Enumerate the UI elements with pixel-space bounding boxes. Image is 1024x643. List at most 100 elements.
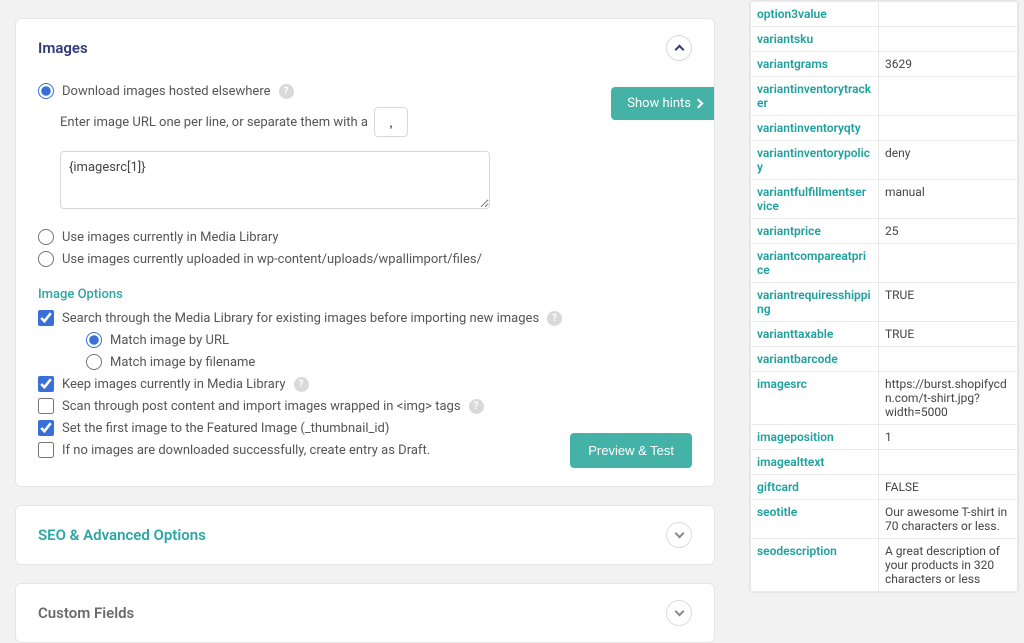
field-key: variantgrams bbox=[751, 52, 879, 77]
chk-keep-media[interactable] bbox=[38, 376, 54, 392]
show-hints-label: Show hints bbox=[627, 96, 691, 111]
images-panel-header[interactable]: Images bbox=[16, 19, 714, 77]
enter-url-sublabel: Enter image URL one per line, or separat… bbox=[60, 107, 692, 137]
preview-test-button[interactable]: Preview & Test bbox=[570, 433, 692, 468]
table-row[interactable]: variantsku bbox=[751, 27, 1018, 52]
field-value: 3629 bbox=[879, 52, 1018, 77]
table-row[interactable]: imagealttext bbox=[751, 450, 1018, 475]
help-icon[interactable]: ? bbox=[547, 311, 562, 326]
radio-match-url-label[interactable]: Match image by URL bbox=[110, 333, 229, 348]
data-preview-table: option3valuevariantskuvariantgrams3629va… bbox=[750, 1, 1018, 592]
radio-uploads[interactable] bbox=[38, 251, 54, 267]
chevron-right-icon bbox=[694, 99, 704, 109]
seo-panel: SEO & Advanced Options bbox=[15, 505, 715, 565]
field-key: seotitle bbox=[751, 500, 879, 539]
image-url-textarea[interactable] bbox=[60, 151, 490, 209]
table-row[interactable]: variantinventorytracker bbox=[751, 77, 1018, 116]
show-hints-button[interactable]: Show hints bbox=[611, 87, 714, 120]
field-value bbox=[879, 2, 1018, 27]
chk-scan-post[interactable] bbox=[38, 398, 54, 414]
table-row[interactable]: variantcompareatprice bbox=[751, 244, 1018, 283]
field-value: FALSE bbox=[879, 475, 1018, 500]
radio-download-label[interactable]: Download images hosted elsewhere bbox=[62, 84, 271, 99]
chk-keep-media-row: Keep images currently in Media Library ? bbox=[38, 376, 692, 392]
chk-keep-media-label[interactable]: Keep images currently in Media Library bbox=[62, 377, 286, 392]
chk-set-featured-label[interactable]: Set the first image to the Featured Imag… bbox=[62, 421, 389, 436]
field-key: imagealttext bbox=[751, 450, 879, 475]
table-row[interactable]: variantbarcode bbox=[751, 347, 1018, 372]
field-value: 1 bbox=[879, 425, 1018, 450]
table-row[interactable]: imageposition1 bbox=[751, 425, 1018, 450]
collapse-toggle[interactable] bbox=[666, 35, 692, 61]
field-value bbox=[879, 27, 1018, 52]
chk-scan-post-row: Scan through post content and import ima… bbox=[38, 398, 692, 414]
separator-input[interactable] bbox=[374, 107, 408, 137]
field-value bbox=[879, 347, 1018, 372]
chevron-down-icon bbox=[674, 607, 684, 617]
table-row[interactable]: variantinventorypolicydeny bbox=[751, 141, 1018, 180]
enter-url-text: Enter image URL one per line, or separat… bbox=[60, 115, 368, 130]
images-panel-title: Images bbox=[38, 39, 88, 57]
collapse-toggle[interactable] bbox=[666, 522, 692, 548]
radio-download[interactable] bbox=[38, 83, 54, 99]
table-row[interactable]: giftcardFALSE bbox=[751, 475, 1018, 500]
seo-panel-title: SEO & Advanced Options bbox=[38, 526, 206, 544]
seo-panel-header[interactable]: SEO & Advanced Options bbox=[16, 506, 714, 564]
chk-draft-label[interactable]: If no images are downloaded successfully… bbox=[62, 443, 430, 458]
field-key: giftcard bbox=[751, 475, 879, 500]
table-row[interactable]: seotitleOur awesome T-shirt in 70 charac… bbox=[751, 500, 1018, 539]
chk-scan-post-label[interactable]: Scan through post content and import ima… bbox=[62, 399, 461, 414]
field-value: Our awesome T-shirt in 70 characters or … bbox=[879, 500, 1018, 539]
field-key: option3value bbox=[751, 2, 879, 27]
chk-search-media[interactable] bbox=[38, 310, 54, 326]
table-row[interactable]: imagesrchttps://burst.shopifycdn.com/t-s… bbox=[751, 372, 1018, 425]
radio-match-filename[interactable] bbox=[86, 354, 102, 370]
radio-uploads-row: Use images currently uploaded in wp-cont… bbox=[38, 251, 692, 267]
field-value bbox=[879, 450, 1018, 475]
field-value bbox=[879, 244, 1018, 283]
field-value bbox=[879, 116, 1018, 141]
image-options-label: Image Options bbox=[38, 287, 692, 302]
chk-set-featured[interactable] bbox=[38, 420, 54, 436]
help-icon[interactable]: ? bbox=[469, 399, 484, 414]
radio-match-url[interactable] bbox=[86, 332, 102, 348]
chk-search-media-label[interactable]: Search through the Media Library for exi… bbox=[62, 311, 539, 326]
field-value: TRUE bbox=[879, 322, 1018, 347]
table-row[interactable]: variantinventoryqty bbox=[751, 116, 1018, 141]
table-row[interactable]: variantrequiresshippingTRUE bbox=[751, 283, 1018, 322]
field-key: variantprice bbox=[751, 219, 879, 244]
table-row[interactable]: varianttaxableTRUE bbox=[751, 322, 1018, 347]
field-key: variantfulfillmentservice bbox=[751, 180, 879, 219]
field-key: variantinventoryqty bbox=[751, 116, 879, 141]
table-row[interactable]: variantprice25 bbox=[751, 219, 1018, 244]
chk-draft[interactable] bbox=[38, 442, 54, 458]
table-row[interactable]: seodescriptionA great description of you… bbox=[751, 539, 1018, 592]
field-key: variantcompareatprice bbox=[751, 244, 879, 283]
chevron-down-icon bbox=[674, 529, 684, 539]
help-icon[interactable]: ? bbox=[294, 377, 309, 392]
table-row[interactable]: variantgrams3629 bbox=[751, 52, 1018, 77]
help-icon[interactable]: ? bbox=[279, 84, 294, 99]
field-value: TRUE bbox=[879, 283, 1018, 322]
field-value: deny bbox=[879, 141, 1018, 180]
radio-match-url-row: Match image by URL bbox=[86, 332, 692, 348]
field-key: imagesrc bbox=[751, 372, 879, 425]
data-preview-panel: option3valuevariantskuvariantgrams3629va… bbox=[749, 0, 1019, 593]
radio-match-filename-label[interactable]: Match image by filename bbox=[110, 355, 255, 370]
field-value bbox=[879, 77, 1018, 116]
collapse-toggle[interactable] bbox=[666, 600, 692, 626]
radio-media-library[interactable] bbox=[38, 229, 54, 245]
table-row[interactable]: variantfulfillmentservicemanual bbox=[751, 180, 1018, 219]
table-row[interactable]: option3value bbox=[751, 2, 1018, 27]
custom-fields-header[interactable]: Custom Fields bbox=[16, 584, 714, 642]
field-key: variantrequiresshipping bbox=[751, 283, 879, 322]
field-key: variantinventorytracker bbox=[751, 77, 879, 116]
radio-media-library-row: Use images currently in Media Library bbox=[38, 229, 692, 245]
field-value: manual bbox=[879, 180, 1018, 219]
chk-search-media-row: Search through the Media Library for exi… bbox=[38, 310, 692, 326]
field-value: https://burst.shopifycdn.com/t-shirt.jpg… bbox=[879, 372, 1018, 425]
radio-uploads-label[interactable]: Use images currently uploaded in wp-cont… bbox=[62, 252, 482, 267]
radio-media-library-label[interactable]: Use images currently in Media Library bbox=[62, 230, 279, 245]
field-value: A great description of your products in … bbox=[879, 539, 1018, 592]
custom-fields-title: Custom Fields bbox=[38, 604, 134, 622]
